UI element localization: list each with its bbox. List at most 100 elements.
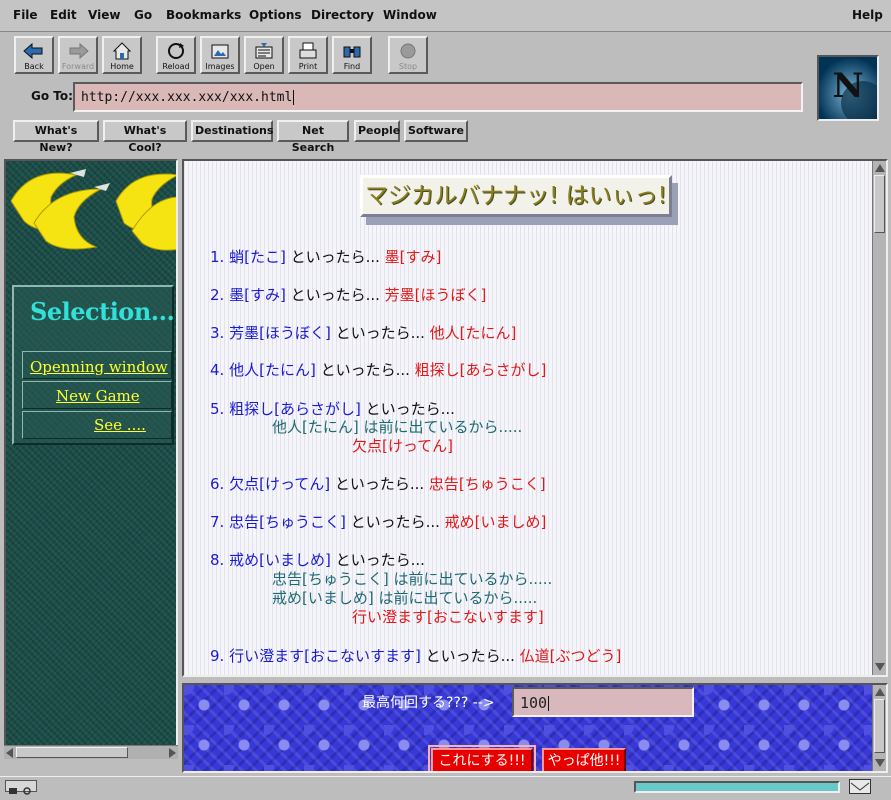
item-word: 墨[すみ] [229, 286, 286, 304]
print-icon [290, 41, 326, 63]
stop-button[interactable]: Stop [388, 36, 428, 74]
scroll-up-icon[interactable] [875, 164, 885, 172]
chain-item-2: 2. 墨[すみ] といったら... 芳墨[ほうぼく] [210, 285, 486, 305]
scroll-up-icon[interactable] [875, 688, 885, 696]
item-word: 他人[たにん] [229, 361, 316, 379]
dup-note: は前に出ているから..... [388, 570, 553, 588]
dup-answer: 欠点[けってん] [352, 437, 453, 455]
scroll-left-icon[interactable] [6, 748, 13, 758]
vscroll-thumb[interactable] [874, 699, 885, 753]
max-count-input[interactable]: 100 [512, 687, 694, 717]
form-vscrollbar[interactable] [872, 685, 886, 771]
max-count-label: 最高何回する??? --> [362, 695, 495, 711]
item-next: 芳墨[ほうぼく] [379, 286, 487, 304]
chain-item-8: 8. 戒め[いましめ] といったら... [210, 550, 425, 570]
item-number: 4. [210, 361, 225, 379]
destinations-button[interactable]: Destinations [191, 120, 273, 142]
vscroll-thumb[interactable] [874, 175, 885, 233]
item-next: 墨[すみ] [379, 248, 442, 266]
dup-word: 戒め[いましめ] [272, 589, 374, 607]
mail-icon[interactable] [849, 779, 871, 794]
whats-cool-button[interactable]: What's Cool? [103, 120, 187, 154]
home-button[interactable]: Home [102, 36, 142, 74]
banana-icon [10, 169, 176, 251]
whats-new-button[interactable]: What's New? [13, 120, 99, 154]
menu-directory[interactable]: Directory [311, 8, 374, 22]
item-word: 戒め[いましめ] [229, 551, 331, 569]
item-word: 芳墨[ほうぼく] [229, 324, 331, 342]
other-button[interactable]: やっぱ他!!! [542, 748, 626, 771]
url-field[interactable]: http://xxx.xxx.xxx/xxx.html [73, 82, 803, 112]
item-next: 戒め[いましめ] [439, 513, 547, 531]
menu-help[interactable]: Help [852, 8, 883, 22]
item-word: 行い澄ます[おこないすます] [229, 647, 421, 665]
sidebar-link-new-game[interactable]: New Game [56, 387, 140, 405]
open-icon [246, 41, 282, 63]
menu-options[interactable]: Options [249, 8, 302, 22]
main-frame: マジカルバナナッ! はいぃっ! 1. 蛸[たこ] といったら... 墨[すみ] … [182, 159, 888, 677]
security-lock-icon[interactable] [5, 780, 37, 795]
people-button[interactable]: People [354, 120, 400, 142]
open-button[interactable]: Open [244, 36, 284, 74]
find-icon [334, 41, 370, 63]
images-icon [202, 41, 238, 63]
item-number: 5. [210, 400, 225, 418]
reload-button[interactable]: Reload [156, 36, 196, 74]
software-button[interactable]: Software [404, 120, 468, 142]
item-number: 3. [210, 324, 225, 342]
sidebar-link-openning-window[interactable]: Openning window [30, 358, 168, 376]
dup-note: は前に出ているから..... [358, 418, 523, 436]
scroll-down-icon[interactable] [875, 759, 885, 767]
item-say: といったら... [345, 513, 440, 531]
net-search-button[interactable]: Net Search [277, 120, 349, 154]
sidebar-hscrollbar[interactable] [4, 745, 178, 759]
menu-go[interactable]: Go [134, 8, 152, 22]
find-button[interactable]: Find [332, 36, 372, 74]
images-label: Images [205, 62, 235, 71]
item-next: 仏道[ぶつどう] [514, 647, 622, 665]
chain-item-5: 5. 粗探し[あらさがし] といったら... [210, 399, 455, 419]
reload-icon [158, 41, 194, 63]
back-button[interactable]: Back [14, 36, 54, 74]
chain-item-8-answer: 行い澄ます[おこないすます] [352, 607, 544, 627]
item-word: 粗探し[あらさがし] [229, 400, 361, 418]
chain-item-7: 7. 忠告[ちゅうこく] といったら... 戒め[いましめ] [210, 512, 546, 532]
menu-window[interactable]: Window [383, 8, 437, 22]
menu-edit[interactable]: Edit [50, 8, 77, 22]
item-number: 6. [210, 475, 225, 493]
progress-fill [636, 783, 838, 791]
print-button[interactable]: Print [288, 36, 328, 74]
images-button[interactable]: Images [200, 36, 240, 74]
netscape-logo[interactable]: N [817, 55, 879, 121]
menu-bookmarks[interactable]: Bookmarks [166, 8, 241, 22]
item-say: といったら... [330, 551, 425, 569]
chain-item-9: 9. 行い澄ます[おこないすます] といったら... 仏道[ぶつどう] [210, 646, 621, 666]
sidebar-link-see[interactable]: See .... [94, 416, 146, 434]
menu-file[interactable]: File [13, 8, 38, 22]
chain-item-1: 1. 蛸[たこ] といったら... 墨[すみ] [210, 247, 441, 267]
chain-item-5-duplicate: 他人[たにん] は前に出ているから..... [272, 417, 522, 437]
url-value: http://xxx.xxx.xxx/xxx.html [81, 90, 293, 105]
item-word: 蛸[たこ] [229, 248, 286, 266]
forward-button[interactable]: Forward [58, 36, 98, 74]
scroll-right-icon[interactable] [169, 748, 176, 758]
item-number: 1. [210, 248, 225, 266]
page-title-box: マジカルバナナッ! はいぃっ! [360, 175, 680, 227]
main-vscrollbar[interactable] [872, 161, 886, 675]
chain-item-4: 4. 他人[たにん] といったら... 粗探し[あらさがし] [210, 360, 546, 380]
sidebar-frame: Selection.... Openning window New Game S… [4, 159, 178, 759]
item-number: 9. [210, 647, 225, 665]
dup-word: 忠告[ちゅうこく] [272, 570, 389, 588]
reload-label: Reload [162, 62, 190, 71]
item-say: といったら... [330, 324, 425, 342]
forward-arrow-icon [60, 41, 96, 63]
max-count-value: 100 [520, 694, 548, 712]
back-label: Back [24, 62, 44, 71]
menu-view[interactable]: View [88, 8, 120, 22]
stop-icon [390, 41, 426, 63]
scroll-down-icon[interactable] [875, 663, 885, 671]
submit-button[interactable]: これにする!!! [431, 748, 533, 771]
home-label: Home [110, 62, 134, 71]
hscroll-thumb[interactable] [16, 747, 128, 758]
item-number: 2. [210, 286, 225, 304]
